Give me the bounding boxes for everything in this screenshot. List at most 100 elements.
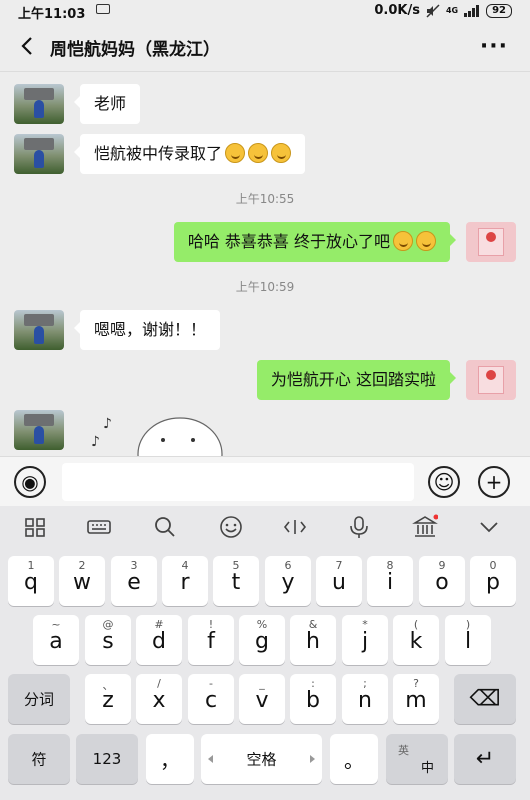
smile-emoji-icon <box>271 143 292 163</box>
battery-level: 92 <box>486 3 512 18</box>
key-a[interactable]: ~ a <box>33 615 79 665</box>
key-b[interactable]: :b <box>290 674 336 724</box>
message-timestamp: 上午10:55 <box>235 192 295 206</box>
key-e[interactable]: 3e <box>111 556 157 606</box>
message-bubble-incoming[interactable]: 嗯嗯，谢谢！！ <box>73 310 221 350</box>
number-key[interactable]: 123 <box>76 734 138 784</box>
key-label: o <box>435 570 449 595</box>
key-label: x <box>152 688 166 713</box>
message-input[interactable] <box>62 463 414 501</box>
key-label: k <box>409 629 423 654</box>
message-text: 为恺航开心 这回踏实啦 <box>270 370 436 389</box>
contact-avatar[interactable] <box>14 84 64 124</box>
chevron-left-icon[interactable] <box>14 32 42 60</box>
key-label: g <box>255 629 269 654</box>
key-label: w <box>73 570 91 595</box>
key-label: q <box>24 570 38 595</box>
delete-icon: ⌫ <box>469 686 501 712</box>
key-label: d <box>152 629 166 654</box>
theme-icon[interactable] <box>412 514 438 540</box>
key-label: 。 <box>344 748 364 773</box>
my-avatar[interactable] <box>466 222 516 262</box>
network-type: 4G <box>445 6 459 15</box>
message-list[interactable]: 老师 恺航被中传录取了 上午10:55 哈哈 恭喜恭喜 终于放心了吧 上午10:… <box>0 72 530 456</box>
key-c[interactable]: -c <box>188 674 234 724</box>
enter-key[interactable]: ↵ <box>454 734 516 784</box>
key-m[interactable]: ? m <box>393 674 439 724</box>
smiley-icon[interactable]: ☺ <box>428 466 460 498</box>
chevron-down-icon[interactable] <box>476 514 502 540</box>
key-r[interactable]: 4r <box>162 556 208 606</box>
key-n[interactable]: ; n <box>342 674 388 724</box>
message-bubble-incoming[interactable]: 恺航被中传录取了 <box>73 134 306 174</box>
keyboard-toolbar <box>0 506 530 548</box>
network-speed: 0.0K/s <box>374 3 420 18</box>
key-label: 符 <box>31 750 47 769</box>
contact-avatar[interactable] <box>14 310 64 350</box>
smile-emoji-icon <box>248 143 269 163</box>
key-label: l <box>464 629 472 654</box>
space-key[interactable]: 空格 <box>201 734 322 784</box>
voice-input-icon[interactable] <box>346 514 372 540</box>
contact-avatar[interactable] <box>14 410 64 450</box>
key-s[interactable]: @ s <box>85 615 131 665</box>
key-k[interactable]: (k <box>393 615 439 665</box>
message-bubble-outgoing[interactable]: 哈哈 恭喜恭喜 终于放心了吧 <box>173 222 457 262</box>
key-v[interactable]: _ v <box>239 674 285 724</box>
key-i[interactable]: 8i <box>367 556 413 606</box>
key-q[interactable]: 1q <box>8 556 54 606</box>
cat-sticker[interactable]: ♪ ♪ <box>85 406 225 456</box>
contact-avatar[interactable] <box>14 134 64 174</box>
voice-icon[interactable]: ◉ <box>14 466 46 498</box>
search-icon[interactable] <box>152 514 178 540</box>
key-t[interactable]: 5t <box>213 556 259 606</box>
laugh-emoji-icon <box>416 231 436 251</box>
symbol-key[interactable]: 符 <box>8 734 70 784</box>
key-x[interactable]: / x <box>136 674 182 724</box>
more-dots-icon[interactable]: ··· <box>480 34 508 59</box>
lang-chinese-label: 中 <box>420 761 434 776</box>
key-label: n <box>358 688 372 713</box>
key-label: 123 <box>92 750 122 768</box>
key-p[interactable]: 0p <box>470 556 516 606</box>
keyboard: 1q 2w 3e 4r 5t 6y 7u 8i 9o 0p ~ a @ s # d !… <box>0 548 530 800</box>
key-j[interactable]: * j <box>342 615 388 665</box>
key-label: e <box>127 570 141 595</box>
status-time: 上午11:03 <box>18 7 86 22</box>
key-f[interactable]: ! f <box>188 615 234 665</box>
key-y[interactable]: 6y <box>265 556 311 606</box>
message-bubble-outgoing[interactable]: 为恺航开心 这回踏实啦 <box>256 360 457 400</box>
key-u[interactable]: 7u <box>316 556 362 606</box>
key-label: t <box>231 570 241 595</box>
key-label: i <box>386 570 394 595</box>
keyboard-icon[interactable] <box>86 514 112 540</box>
my-avatar[interactable] <box>466 360 516 400</box>
message-timestamp: 上午10:59 <box>235 280 295 294</box>
key-h[interactable]: & h <box>290 615 336 665</box>
cursor-icon[interactable] <box>282 514 308 540</box>
message-text: 恺航被中传录取了 <box>94 144 223 163</box>
language-switch-key[interactable]: 英 中 <box>386 734 448 784</box>
comma-key[interactable]: ， <box>146 734 194 784</box>
emoji-icon[interactable] <box>218 514 244 540</box>
period-key[interactable]: 。 <box>330 734 378 784</box>
message-bubble-incoming[interactable]: 老师 <box>73 84 141 124</box>
plus-icon[interactable]: + <box>478 466 510 498</box>
key-d[interactable]: # d <box>136 615 182 665</box>
key-o[interactable]: 9o <box>419 556 465 606</box>
key-w[interactable]: 2w <box>59 556 105 606</box>
grid-icon[interactable] <box>22 514 48 540</box>
mute-icon <box>426 3 440 18</box>
key-g[interactable]: % g <box>239 615 285 665</box>
key-label: b <box>306 688 320 713</box>
delete-key[interactable]: ⌫ <box>454 674 516 724</box>
chevron-right-icon <box>310 755 315 763</box>
message-text: 哈哈 恭喜恭喜 终于放心了吧 <box>187 232 390 251</box>
key-z[interactable]: 、 z <box>85 674 131 724</box>
key-l[interactable]: ) l <box>445 615 491 665</box>
lang-english-label: 英 <box>398 744 409 757</box>
enter-icon: ↵ <box>475 746 495 772</box>
key-label: s <box>102 629 114 654</box>
status-bar: 上午11:03 0.0K/s 4G 92 <box>0 0 530 22</box>
segment-key[interactable]: 分词 <box>8 674 70 724</box>
